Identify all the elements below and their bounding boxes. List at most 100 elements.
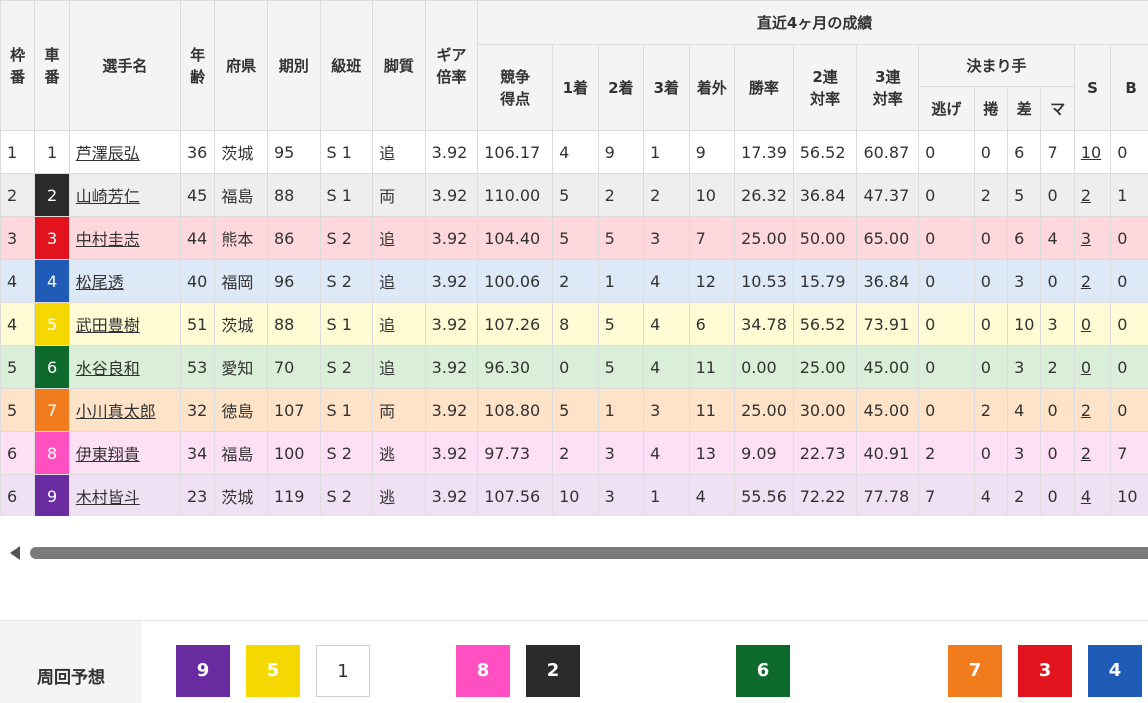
cell-car: 3 xyxy=(35,217,69,260)
cell-age: 23 xyxy=(180,475,214,517)
cell-outside: 7 xyxy=(689,217,735,260)
cell-term: 95 xyxy=(267,131,320,174)
s-count-link[interactable]: 2 xyxy=(1081,186,1091,205)
cell-mark: 0 xyxy=(1041,174,1074,217)
rider-name-link[interactable]: 木村皆斗 xyxy=(76,488,140,507)
header-sashi: 差 xyxy=(1008,87,1041,131)
prediction-box-car-1: 1 xyxy=(316,645,370,697)
cell-second: 9 xyxy=(598,131,644,174)
rider-table: 枠番 車番 選手名 年齢 府県 期別 級班 脚質 ギア倍率 直近4ヶ月の成績 競… xyxy=(0,0,1148,516)
rider-name-link[interactable]: 山崎芳仁 xyxy=(76,187,140,206)
table-row: 22山崎芳仁45福島88S 1両3.92110.005221026.3236.8… xyxy=(1,174,1148,217)
cell-mark: 0 xyxy=(1041,432,1074,475)
cell-rate2: 56.52 xyxy=(793,303,857,346)
cell-style: 両 xyxy=(373,174,426,217)
header-age-label: 年齢 xyxy=(189,44,207,88)
cell-pref: 福島 xyxy=(215,174,268,217)
cell-makuri: 2 xyxy=(974,174,1007,217)
s-count-link[interactable]: 2 xyxy=(1081,401,1091,420)
rider-name-link[interactable]: 松尾透 xyxy=(76,273,124,292)
cell-b: 0 xyxy=(1111,346,1148,389)
cell-score: 108.80 xyxy=(478,389,553,432)
rider-name-link[interactable]: 小川真太郎 xyxy=(76,402,156,421)
cell-mark: 7 xyxy=(1041,131,1074,174)
header-mark: マ xyxy=(1041,87,1074,131)
cell-win-rate: 17.39 xyxy=(735,131,794,174)
rider-name-link[interactable]: 中村圭志 xyxy=(76,230,140,249)
cell-waku: 3 xyxy=(1,217,35,260)
cell-nige: 0 xyxy=(919,174,975,217)
cell-second: 5 xyxy=(598,217,644,260)
cell-b: 7 xyxy=(1111,432,1148,475)
rider-name-link[interactable]: 伊東翔貴 xyxy=(76,445,140,464)
rider-name-link[interactable]: 武田豊樹 xyxy=(76,316,140,335)
rider-name-link[interactable]: 水谷良和 xyxy=(76,359,140,378)
table-row: 69木村皆斗23茨城119S 2逃3.92107.561031455.5672.… xyxy=(1,475,1148,517)
rider-table-container: 枠番 車番 選手名 年齢 府県 期別 級班 脚質 ギア倍率 直近4ヶ月の成績 競… xyxy=(0,0,1148,516)
header-third: 3着 xyxy=(644,45,690,131)
cell-gear: 3.92 xyxy=(425,389,478,432)
scroll-thumb[interactable] xyxy=(30,547,1148,559)
cell-third: 1 xyxy=(644,131,690,174)
cell-name: 伊東翔貴 xyxy=(69,432,180,475)
cell-second: 2 xyxy=(598,174,644,217)
s-count-link[interactable]: 3 xyxy=(1081,229,1091,248)
cell-car: 7 xyxy=(35,389,69,432)
cell-rate2: 72.22 xyxy=(793,475,857,517)
cell-term: 96 xyxy=(267,260,320,303)
s-count-link[interactable]: 4 xyxy=(1081,487,1091,506)
cell-style: 逃 xyxy=(373,475,426,517)
cell-car: 4 xyxy=(35,260,69,303)
table-row: 11芦澤辰弘36茨城95S 1追3.92106.17491917.3956.52… xyxy=(1,131,1148,174)
cell-rate2: 30.00 xyxy=(793,389,857,432)
cell-car: 8 xyxy=(35,432,69,475)
cell-first: 2 xyxy=(553,432,599,475)
cell-name: 小川真太郎 xyxy=(69,389,180,432)
cell-class: S 1 xyxy=(320,303,373,346)
lap-prediction-label-box: 周回予想 xyxy=(0,621,142,703)
s-count-link[interactable]: 2 xyxy=(1081,272,1091,291)
header-rate2-label: 2連対率 xyxy=(807,66,843,110)
rider-name-link[interactable]: 芦澤辰弘 xyxy=(76,144,140,163)
cell-style: 追 xyxy=(373,217,426,260)
cell-makuri: 0 xyxy=(974,432,1007,475)
cell-sashi: 3 xyxy=(1008,432,1041,475)
cell-second: 1 xyxy=(598,389,644,432)
cell-sashi: 3 xyxy=(1008,346,1041,389)
cell-outside: 4 xyxy=(689,475,735,517)
cell-score: 106.17 xyxy=(478,131,553,174)
horizontal-scrollbar[interactable] xyxy=(0,542,1148,564)
cell-makuri: 4 xyxy=(974,475,1007,517)
cell-nige: 0 xyxy=(919,346,975,389)
cell-win-rate: 25.00 xyxy=(735,389,794,432)
header-name: 選手名 xyxy=(69,1,180,131)
table-row: 56水谷良和53愛知70S 2追3.9296.30054110.0025.004… xyxy=(1,346,1148,389)
cell-term: 119 xyxy=(267,475,320,517)
lap-prediction-label: 周回予想 xyxy=(0,663,142,688)
s-count-link[interactable]: 10 xyxy=(1081,143,1101,162)
cell-age: 45 xyxy=(180,174,214,217)
cell-sashi: 6 xyxy=(1008,131,1041,174)
scroll-left-arrow-icon[interactable] xyxy=(10,546,20,560)
table-row: 44松尾透40福岡96S 2追3.92100.062141210.5315.79… xyxy=(1,260,1148,303)
cell-b: 1 xyxy=(1111,174,1148,217)
cell-third: 3 xyxy=(644,217,690,260)
header-outside: 着外 xyxy=(689,45,735,131)
cell-score: 110.00 xyxy=(478,174,553,217)
cell-waku: 6 xyxy=(1,432,35,475)
table-row: 45武田豊樹51茨城88S 1追3.92107.26854634.7856.52… xyxy=(1,303,1148,346)
s-count-link[interactable]: 2 xyxy=(1081,444,1091,463)
cell-third: 1 xyxy=(644,475,690,517)
s-count-link[interactable]: 0 xyxy=(1081,315,1091,334)
cell-rate3: 45.00 xyxy=(857,346,919,389)
cell-term: 70 xyxy=(267,346,320,389)
cell-s: 2 xyxy=(1074,174,1110,217)
cell-second: 5 xyxy=(598,303,644,346)
cell-nige: 0 xyxy=(919,260,975,303)
cell-outside: 6 xyxy=(689,303,735,346)
cell-second: 1 xyxy=(598,260,644,303)
cell-third: 2 xyxy=(644,174,690,217)
cell-s: 4 xyxy=(1074,475,1110,517)
s-count-link[interactable]: 0 xyxy=(1081,358,1091,377)
cell-s: 2 xyxy=(1074,260,1110,303)
